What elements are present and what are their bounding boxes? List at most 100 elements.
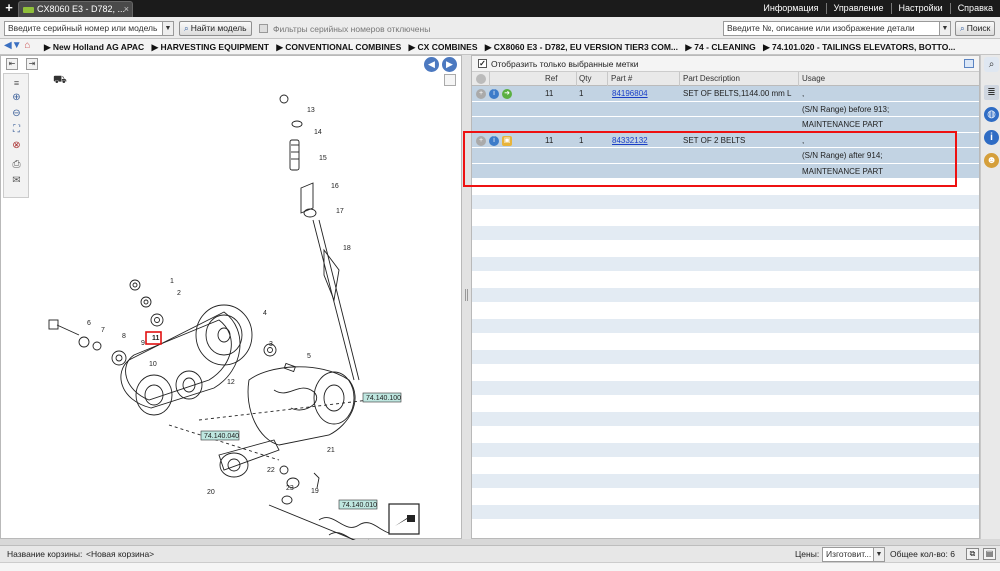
col-ref[interactable]: Ref <box>545 74 557 83</box>
table-row[interactable]: (S/N Range) after 914; <box>472 148 979 164</box>
info-icon[interactable]: i <box>984 130 999 145</box>
table-row[interactable]: (S/N Range) before 913; <box>472 101 979 117</box>
part-number-link[interactable]: 84196804 <box>612 89 648 98</box>
part-ref: 11 <box>545 89 554 98</box>
menu-lines-icon[interactable]: ≡ <box>10 77 23 89</box>
callout-20: 20 <box>207 489 215 496</box>
cart-icon[interactable]: ▤ <box>983 548 996 560</box>
search-button[interactable]: ⌕ Поиск <box>955 21 996 36</box>
filter-checkbox[interactable] <box>259 24 268 33</box>
shaft-assembly <box>279 94 360 381</box>
next-diagram-icon[interactable] <box>388 503 420 535</box>
user-icon[interactable]: ☻ <box>984 153 999 168</box>
reference-tags[interactable]: 74.140.100 74.140.040 74.140.010 <box>200 392 402 510</box>
list-icon[interactable]: ≣ <box>984 85 999 100</box>
part-number-link[interactable]: 84332132 <box>612 136 648 145</box>
next-page-icon[interactable]: ▶ <box>442 57 457 72</box>
part-usage: , <box>802 89 805 98</box>
prev-page-icon[interactable]: ◀ <box>424 57 439 72</box>
zoom-in-icon[interactable]: ⊕ <box>10 92 23 104</box>
callout-23: 23 <box>286 485 294 492</box>
chevron-down-icon[interactable]: ▼ <box>162 22 173 35</box>
col-description[interactable]: Part Description <box>683 74 740 83</box>
info-icon[interactable]: i <box>489 89 499 99</box>
crumb-model[interactable]: ▶ CX8060 E3 - D782, EU VERSION TIER3 COM… <box>485 42 678 52</box>
crumb-cx[interactable]: ▶ CX COMBINES <box>409 42 478 52</box>
part-usage: , <box>802 135 805 145</box>
crumb-section[interactable]: ▶ 74 - CLEANING <box>685 42 755 52</box>
empty-row <box>472 442 979 458</box>
menu-help[interactable]: Справка <box>949 3 1000 14</box>
total-quantity: Общее кол-во: 6 <box>890 549 955 559</box>
chevron-down-icon[interactable]: ▼ <box>873 548 884 561</box>
ref-tag-1: 74.140.100 <box>366 395 401 402</box>
model-search-placeholder: Введите серийный номер или модель <box>8 23 158 33</box>
model-search-input[interactable]: Введите серийный номер или модель ▼ <box>4 21 174 36</box>
empty-row <box>472 504 979 520</box>
expand-icon[interactable]: + <box>476 89 486 99</box>
col-part[interactable]: Part # <box>611 74 632 83</box>
col-usage[interactable]: Usage <box>802 74 825 83</box>
collapse-left-icon[interactable]: ⇤ <box>6 58 18 70</box>
print-icon[interactable]: ⎙ <box>10 159 23 171</box>
prices-select[interactable]: Изготовит... ▼ <box>822 547 885 562</box>
col-qty[interactable]: Qty <box>579 74 591 83</box>
empty-row <box>472 194 979 210</box>
cart-name[interactable]: <Новая корзина> <box>86 549 154 559</box>
callout-8: 8 <box>122 333 126 340</box>
copy-icon[interactable]: ⧉ <box>966 548 979 560</box>
find-model-button[interactable]: ⌕ Найти модель <box>179 21 252 36</box>
ref-tag-2: 74.140.040 <box>204 433 239 440</box>
crumb-group[interactable]: ▶ 74.101.020 - TAILINGS ELEVATORS, BOTTO… <box>763 42 955 52</box>
clear-selection-icon[interactable]: ⊗ <box>10 140 23 152</box>
callout-3: 3 <box>269 341 273 348</box>
prices-label: Цены: <box>795 549 820 559</box>
exploded-parts-diagram[interactable]: 1 2 3 4 5 6 7 8 9 10 11 12 13 14 15 16 1… <box>29 80 449 540</box>
search-icon: ⌕ <box>960 23 965 33</box>
callout-11: 11 <box>152 335 160 342</box>
empty-row <box>472 380 979 396</box>
right-sidebar: ⌕ ≣ ◍ i ☻ <box>980 55 1000 539</box>
nav-back-icon[interactable]: ◀▼ ⌂ <box>4 40 30 51</box>
callout-22: 22 <box>267 467 275 474</box>
callout-15: 15 <box>319 155 327 162</box>
show-selected-checkbox[interactable]: ✓ <box>478 59 487 68</box>
table-row[interactable]: MAINTENANCE PART <box>472 117 979 133</box>
menu-manage[interactable]: Управление <box>825 3 891 14</box>
chevron-down-icon[interactable]: ▼ <box>939 22 950 35</box>
expand-right-icon[interactable]: ⇥ <box>26 58 38 70</box>
crumb-equipment[interactable]: ▶ HARVESTING EQUIPMENT <box>152 42 269 52</box>
part-usage: (S/N Range) after 914; <box>802 151 883 160</box>
empty-row <box>472 241 979 257</box>
table-row[interactable]: + i ▣ 11 1 84332132 SET OF 2 BELTS , <box>472 132 979 148</box>
search-icon[interactable]: ⌕ <box>984 57 999 72</box>
window-icon[interactable] <box>964 59 974 68</box>
empty-row <box>472 473 979 489</box>
fit-icon[interactable]: ⛶ <box>10 124 23 136</box>
pane-splitter[interactable] <box>462 55 471 539</box>
tab-model[interactable]: CX8060 E3 - D782, ... × <box>18 1 133 17</box>
new-tab-button[interactable]: + <box>3 0 15 17</box>
email-icon[interactable]: ✉ <box>10 175 23 187</box>
globe-icon[interactable]: ◍ <box>984 107 999 122</box>
package-icon[interactable]: ▣ <box>502 135 512 146</box>
table-row[interactable]: MAINTENANCE PART <box>472 163 979 179</box>
zoom-out-icon[interactable]: ⊖ <box>10 108 23 120</box>
lower-assembly <box>218 439 400 540</box>
crumb-brand[interactable]: ▶ New Holland AG APAC <box>44 42 144 52</box>
add-to-cart-icon[interactable]: ➜ <box>502 89 512 99</box>
part-ref: 11 <box>545 135 554 145</box>
callout-12: 12 <box>227 379 235 386</box>
crumb-combines[interactable]: ▶ CONVENTIONAL COMBINES <box>276 42 401 52</box>
expand-icon[interactable]: + <box>476 135 486 146</box>
menu-info[interactable]: Информация <box>756 3 825 14</box>
menu-settings[interactable]: Настройки <box>890 3 950 14</box>
close-tab-icon[interactable]: × <box>124 2 129 17</box>
empty-row <box>472 411 979 427</box>
info-icon[interactable]: i <box>489 135 499 146</box>
empty-row <box>472 272 979 288</box>
empty-row <box>472 334 979 350</box>
expand-all-icon[interactable] <box>476 74 486 84</box>
part-search-input[interactable]: Введите №, описание или изображение дета… <box>723 21 951 36</box>
table-row[interactable]: + i ➜ 11 1 84196804 SET OF BELTS,1144.00 m… <box>472 86 979 102</box>
